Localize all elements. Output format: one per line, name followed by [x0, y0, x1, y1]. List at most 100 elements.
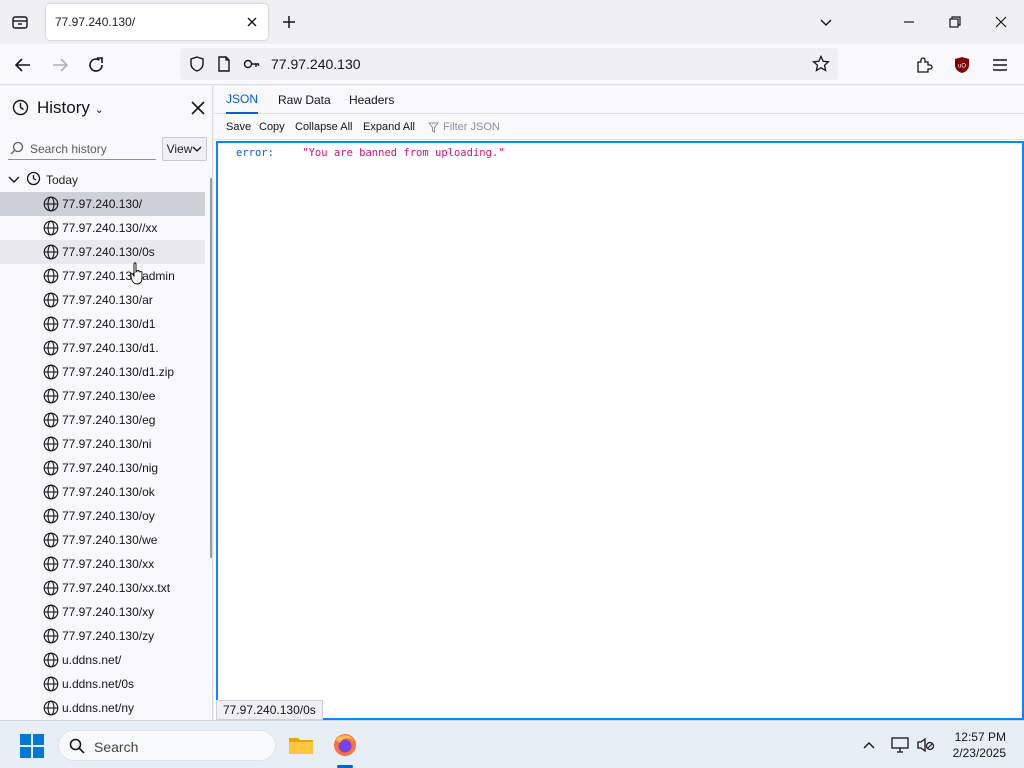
json-key: error:: [236, 147, 274, 159]
history-item-label: 77.97.240.130/ar: [62, 293, 153, 307]
back-arrow-icon[interactable]: [10, 52, 36, 78]
url-text[interactable]: 77.97.240.130: [271, 56, 361, 72]
history-item[interactable]: 77.97.240.130/admin: [0, 264, 205, 288]
history-item[interactable]: 77.97.240.130/xx: [0, 552, 205, 576]
tab-list-icon[interactable]: [8, 10, 32, 34]
history-item[interactable]: 77.97.240.130/ni: [0, 432, 205, 456]
system-clock[interactable]: 12:57 PM 2/23/2025: [942, 729, 1006, 761]
history-item[interactable]: u.ddns.net/0s: [0, 672, 205, 696]
history-item-label: 77.97.240.130/zy: [62, 629, 155, 643]
volume-muted-icon[interactable]: [917, 737, 935, 753]
history-item[interactable]: 77.97.240.130/nig: [0, 456, 205, 480]
tab-raw-data[interactable]: Raw Data: [278, 86, 331, 114]
reload-icon[interactable]: [83, 52, 109, 78]
close-window-icon[interactable]: [989, 10, 1013, 34]
history-item-label: u.ddns.net/: [62, 653, 122, 667]
history-item-label: 77.97.240.130/admin: [62, 269, 175, 283]
history-item-label: 77.97.240.130/xy: [62, 605, 155, 619]
search-history-input[interactable]: Search history: [8, 138, 156, 160]
globe-icon: [43, 196, 59, 212]
history-item-label: 77.97.240.130/xx: [62, 557, 155, 571]
chevron-down-icon[interactable]: [814, 10, 838, 34]
ublock-origin-icon[interactable]: uO: [949, 52, 975, 78]
key-icon[interactable]: [243, 55, 261, 73]
globe-icon: [43, 460, 59, 476]
windows-start-icon[interactable]: [20, 734, 44, 758]
history-sidebar: History ⌄ Search history View Today 77.9…: [0, 86, 213, 720]
taskbar-search[interactable]: Search: [58, 730, 276, 761]
history-item[interactable]: 77.97.240.130/zy: [0, 624, 205, 648]
history-item[interactable]: 77.97.240.130/ok: [0, 480, 205, 504]
windows-taskbar: Search 12:57 PM 2/23/2025: [0, 720, 1024, 768]
close-sidebar-icon[interactable]: [188, 98, 208, 118]
hand-cursor-icon: [130, 262, 144, 286]
globe-icon: [43, 508, 59, 524]
status-link-tooltip: 77.97.240.130/0s: [216, 700, 323, 720]
sidebar-scrollbar[interactable]: [210, 178, 212, 558]
history-group-today[interactable]: Today: [0, 168, 205, 190]
history-item[interactable]: 77.97.240.130/ee: [0, 384, 205, 408]
history-item[interactable]: 77.97.240.130/xx.txt: [0, 576, 205, 600]
history-item[interactable]: 77.97.240.130/eg: [0, 408, 205, 432]
search-icon: [69, 738, 85, 757]
json-value: "You are banned from uploading.": [302, 147, 505, 159]
history-item[interactable]: u.ddns.net/: [0, 648, 205, 672]
globe-icon: [43, 220, 59, 236]
clock-icon: [12, 99, 29, 119]
sidebar-title[interactable]: History ⌄: [37, 98, 104, 118]
history-item-label: 77.97.240.130/xx.txt: [62, 581, 171, 595]
active-tab[interactable]: 77.97.240.130/: [46, 4, 268, 40]
page-icon[interactable]: [215, 55, 233, 73]
tab-headers[interactable]: Headers: [349, 86, 394, 114]
expand-all-button[interactable]: Expand All: [363, 121, 415, 133]
view-button[interactable]: View: [162, 137, 207, 161]
filter-icon: [428, 122, 439, 133]
history-item-label: 77.97.240.130/d1.: [62, 341, 159, 355]
copy-button[interactable]: Copy: [259, 121, 285, 133]
globe-icon: [43, 268, 59, 284]
globe-icon: [43, 676, 59, 692]
json-body[interactable]: error: "You are banned from uploading.": [216, 141, 1024, 720]
json-row[interactable]: error: "You are banned from uploading.": [236, 147, 505, 159]
navigation-toolbar: 77.97.240.130 uO: [0, 44, 1024, 85]
menu-hamburger-icon[interactable]: [987, 52, 1013, 78]
globe-icon: [43, 532, 59, 548]
file-explorer-icon[interactable]: [287, 731, 315, 759]
chevron-up-icon[interactable]: [860, 737, 878, 753]
globe-icon: [43, 436, 59, 452]
new-tab-icon[interactable]: [278, 11, 300, 33]
extensions-puzzle-icon[interactable]: [911, 52, 937, 78]
network-icon[interactable]: [891, 737, 909, 753]
minimize-icon[interactable]: [897, 10, 921, 34]
globe-icon: [43, 340, 59, 356]
forward-arrow-icon[interactable]: [47, 52, 73, 78]
history-item[interactable]: 77.97.240.130/0s: [0, 240, 205, 264]
save-button[interactable]: Save: [226, 121, 251, 133]
history-item[interactable]: u.ddns.net/ny: [0, 696, 205, 720]
group-label: Today: [46, 173, 79, 187]
history-item[interactable]: 77.97.240.130/d1.: [0, 336, 205, 360]
url-bar[interactable]: 77.97.240.130: [180, 48, 838, 80]
history-item[interactable]: 77.97.240.130/d1: [0, 312, 205, 336]
history-item-label: 77.97.240.130/nig: [62, 461, 159, 475]
history-item[interactable]: 77.97.240.130/xy: [0, 600, 205, 624]
filter-json-input[interactable]: Filter JSON: [428, 121, 500, 133]
bookmark-star-icon[interactable]: [812, 55, 830, 73]
history-item[interactable]: 77.97.240.130//xx: [0, 216, 205, 240]
close-tab-icon[interactable]: [244, 14, 260, 30]
history-item[interactable]: 77.97.240.130/d1.zip: [0, 360, 205, 384]
chevron-down-icon: [192, 146, 202, 152]
collapse-all-button[interactable]: Collapse All: [295, 121, 352, 133]
shield-icon[interactable]: [188, 55, 206, 73]
globe-icon: [43, 484, 59, 500]
history-item[interactable]: 77.97.240.130/we: [0, 528, 205, 552]
history-item[interactable]: 77.97.240.130/oy: [0, 504, 205, 528]
history-item[interactable]: 77.97.240.130/: [0, 192, 205, 216]
viewer-toolbar: Save Copy Collapse All Expand All Filter…: [214, 115, 1024, 140]
history-item[interactable]: 77.97.240.130/ar: [0, 288, 205, 312]
restore-icon[interactable]: [943, 10, 967, 34]
search-placeholder: Search history: [30, 142, 107, 156]
firefox-icon[interactable]: [331, 731, 359, 759]
tab-json[interactable]: JSON: [226, 86, 259, 114]
globe-icon: [43, 244, 59, 260]
